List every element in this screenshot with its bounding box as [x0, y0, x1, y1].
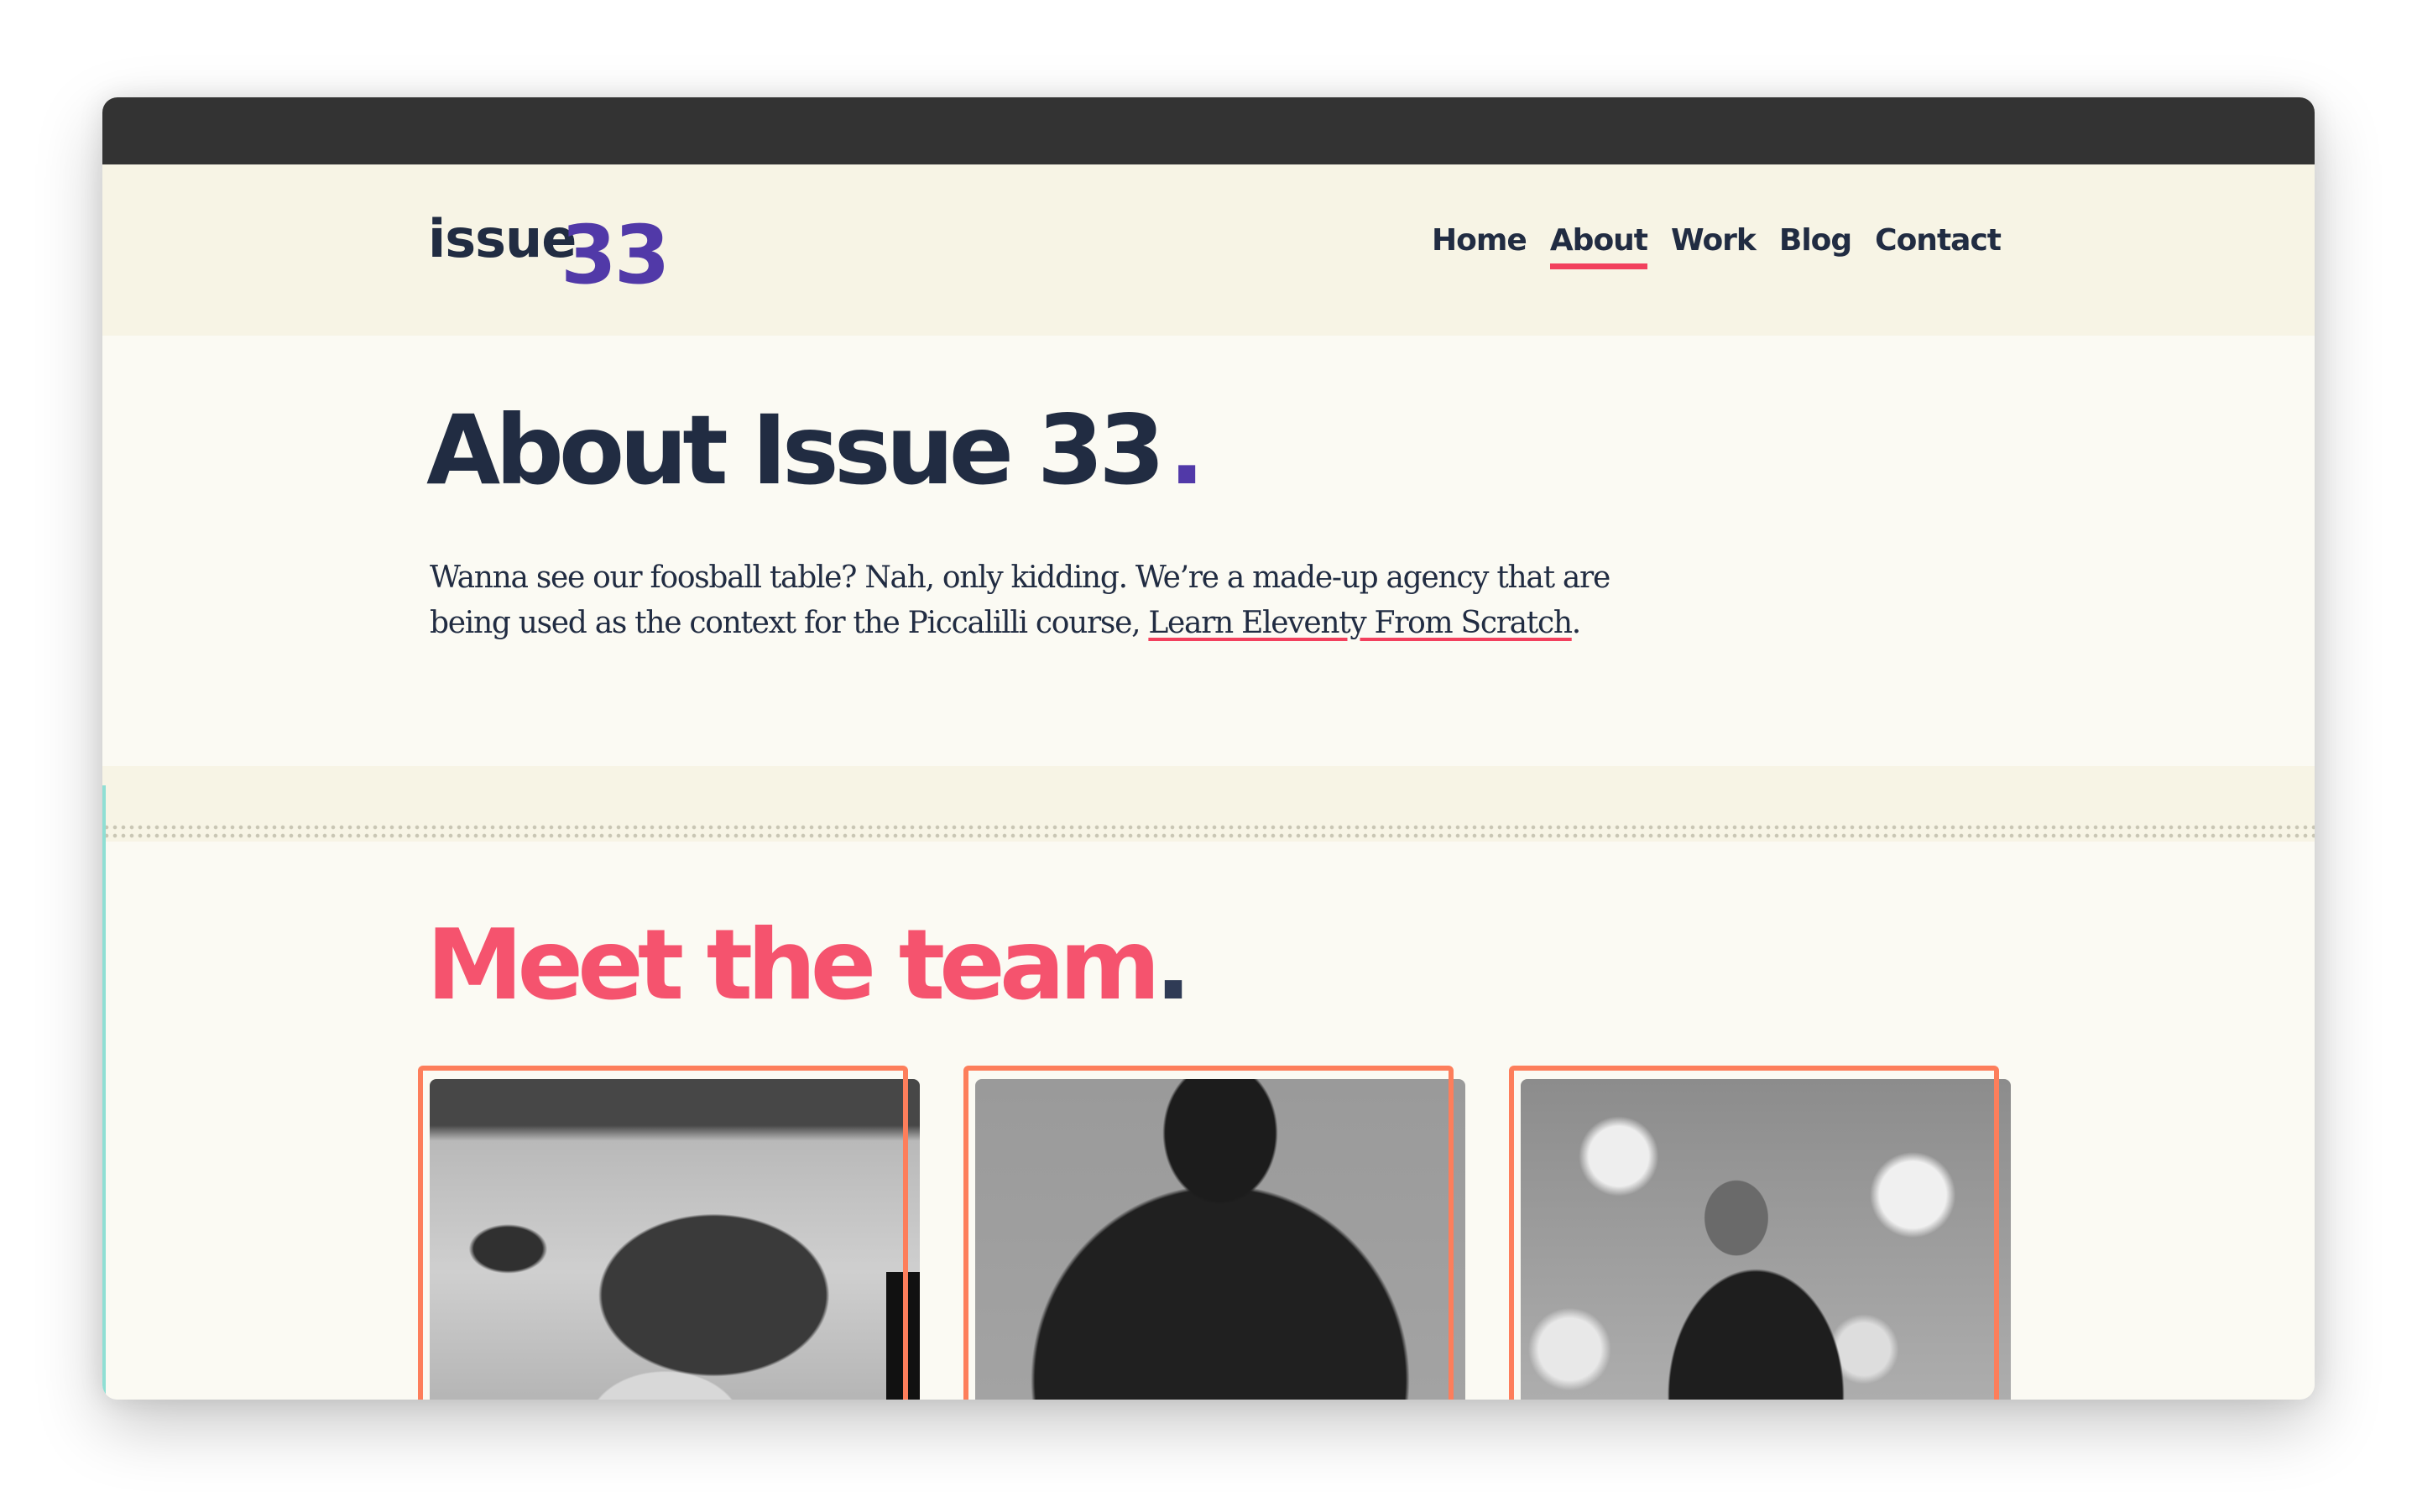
- team-heading: Meet the team.: [426, 917, 1192, 1014]
- site-header: issue 33 Home About Work Blog Contact: [102, 164, 2315, 336]
- nav-blog[interactable]: Blog: [1779, 223, 1852, 269]
- card-frame: [418, 1066, 908, 1400]
- team-card[interactable]: [1509, 1066, 2011, 1400]
- browser-window: issue 33 Home About Work Blog Contact Ab…: [102, 97, 2315, 1400]
- nav-about[interactable]: About: [1549, 223, 1648, 269]
- course-link[interactable]: Learn Eleventy From Scratch: [1148, 606, 1573, 640]
- page-title: About Issue 33.: [426, 403, 1205, 498]
- window-titlebar: [102, 97, 2315, 164]
- team-heading-text: Meet the team: [426, 909, 1161, 1022]
- dotted-pattern: [102, 823, 2315, 842]
- logo-number: 33: [561, 208, 671, 302]
- intro-paragraph: Wanna see our foosball table? Nah, only …: [430, 555, 1621, 646]
- nav-work[interactable]: Work: [1671, 223, 1757, 269]
- team-card[interactable]: [418, 1066, 920, 1400]
- intro-end: .: [1571, 606, 1581, 640]
- card-frame: [1509, 1066, 1999, 1400]
- nav-contact[interactable]: Contact: [1875, 223, 2002, 269]
- page-title-text: About Issue 33: [426, 394, 1165, 506]
- title-dot: .: [1168, 394, 1204, 506]
- team-heading-dot: .: [1154, 909, 1192, 1022]
- team-card[interactable]: [963, 1066, 1465, 1400]
- nav-home[interactable]: Home: [1432, 223, 1527, 269]
- section-divider: [102, 766, 2315, 842]
- card-frame: [963, 1066, 1454, 1400]
- logo-word: issue: [428, 208, 577, 269]
- main-nav: Home About Work Blog Contact: [1432, 223, 2002, 269]
